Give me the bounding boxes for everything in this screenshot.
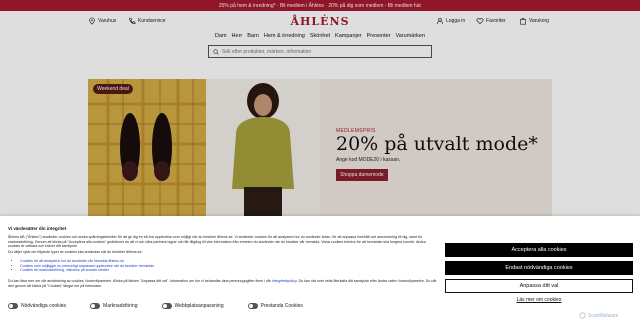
hero-subtext: Ange kod MODE20 i kassan. xyxy=(336,157,401,163)
weekend-deal-badge: Weekend deal xyxy=(93,84,133,94)
accept-all-button[interactable]: Acceptera alla cookies xyxy=(445,243,633,257)
login-label: Logga in xyxy=(446,18,466,24)
toggle-switch[interactable] xyxy=(8,303,18,309)
watermark-text: ScanMalware xyxy=(588,312,619,319)
necessary-only-button[interactable]: Endast nödvändiga cookies xyxy=(445,261,633,275)
privacy-policy-link[interactable]: Integritetspolicy xyxy=(272,279,297,283)
model-image xyxy=(206,79,320,216)
toggle-switch[interactable] xyxy=(247,303,258,309)
nav-item-hem[interactable]: Hem & inredning xyxy=(264,33,305,43)
model-figure xyxy=(206,79,320,216)
toggle-label: Nödvändiga cookies xyxy=(21,303,67,309)
toggle-marketing[interactable]: Marknadsföring xyxy=(90,303,138,309)
cookie-banner: Vi värdesätter din integritet Åhléns AB … xyxy=(0,216,640,331)
cookie-footer-text: Du kan läsa mer om vår användning av coo… xyxy=(8,279,438,288)
read-more-cookies-link[interactable]: Läs mer om cookies xyxy=(445,297,633,303)
bag-icon xyxy=(520,18,526,25)
cookie-toggles: Nödvändiga cookies Marknadsföring Webbpl… xyxy=(8,303,438,309)
toggle-necessary[interactable]: Nödvändiga cookies xyxy=(8,303,66,309)
site-header: Varuhus Kundservice ÅHLÉNS Logga in Favo… xyxy=(0,11,640,31)
nav-item-dam[interactable]: Dam xyxy=(215,33,227,43)
toggle-label: Prestanda Cookies xyxy=(260,303,303,309)
plaid-background xyxy=(88,79,206,216)
nav-item-kampanjer[interactable]: Kampanjer xyxy=(335,33,362,43)
search-input[interactable]: Sök efter produkter, märken, information xyxy=(208,45,432,58)
cookie-intro: Du väljer själv om följande typer av coo… xyxy=(8,250,143,254)
toggle-switch[interactable] xyxy=(161,303,172,309)
login-link[interactable]: Logga in xyxy=(436,17,465,25)
cookie-title: Vi värdesätter din integritet xyxy=(8,226,67,231)
cart-label: Varukorg xyxy=(529,18,549,24)
shop-button[interactable]: Shoppa damemode xyxy=(336,169,388,181)
cart-link[interactable]: Varukorg xyxy=(519,17,549,25)
shoes-image: Weekend deal xyxy=(88,79,206,216)
nav-item-skonhet[interactable]: Skönhet xyxy=(310,33,330,43)
user-icon xyxy=(436,17,444,25)
main-nav: Dam Herr Barn Hem & inredning Skönhet Ka… xyxy=(0,33,640,43)
search-placeholder: Sök efter produkter, märken, information xyxy=(222,48,312,55)
favorites-label: Favoriter xyxy=(486,18,506,24)
nav-item-varumarken[interactable]: Varumärken xyxy=(396,33,426,43)
heart-icon xyxy=(476,18,484,25)
customize-button[interactable]: Anpassa ditt val xyxy=(445,279,633,293)
nav-item-herr[interactable]: Herr xyxy=(232,33,243,43)
toggle-label: Webbplatsanpassning xyxy=(174,303,224,309)
favorites-link[interactable]: Favoriter xyxy=(476,17,506,25)
list-item[interactable]: Cookies för marknadsföring, inklusive på… xyxy=(20,268,154,273)
search-icon xyxy=(213,48,219,55)
nav-item-presenter[interactable]: Presenter xyxy=(367,33,391,43)
shield-icon xyxy=(579,312,586,319)
cookie-foot-a: Du kan läsa mer om vår användning av coo… xyxy=(8,279,272,283)
toggle-performance[interactable]: Prestanda Cookies xyxy=(247,303,303,309)
promo-text: 25% på hem & inredning* · Bli medlem i Å… xyxy=(218,2,422,9)
nav-item-barn[interactable]: Barn xyxy=(247,33,259,43)
scanmalware-watermark: ScanMalware xyxy=(579,312,618,319)
hero-copy: MEDLEMSPRIS 20% på utvalt mode* Ange kod… xyxy=(336,128,546,181)
cookie-body: Åhléns AB ("Åhléns") använder cookies oc… xyxy=(8,235,426,248)
toggle-switch[interactable] xyxy=(90,303,101,309)
toggle-personalization[interactable]: Webbplatsanpassning xyxy=(161,303,224,309)
toggle-label: Marknadsföring xyxy=(103,303,138,309)
hero-banner[interactable]: Weekend deal MEDLEMSPRIS 20% på utvalt m… xyxy=(88,79,552,216)
hero-headline: 20% på utvalt mode* xyxy=(336,133,538,155)
cookie-list: Cookies för att analysera hur du använde… xyxy=(18,259,154,273)
promo-bar[interactable]: 25% på hem & inredning* · Bli medlem i Å… xyxy=(0,0,640,11)
